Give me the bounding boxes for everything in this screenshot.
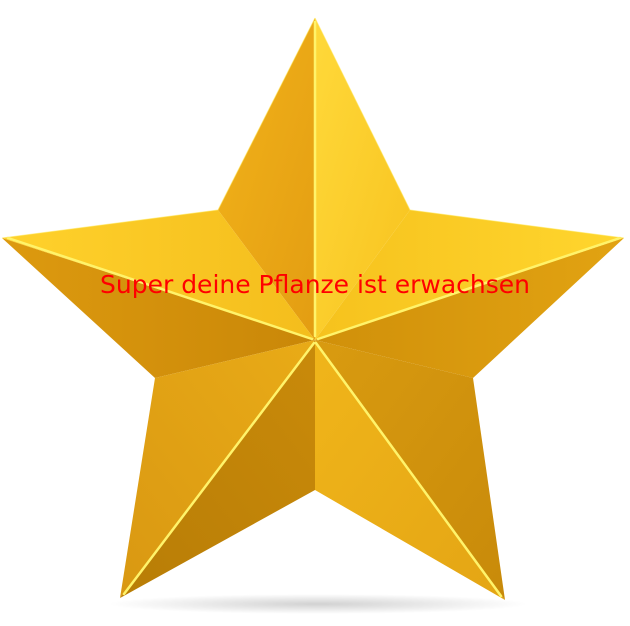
success-message: Super deine Pflanze ist erwachsen [100, 270, 530, 299]
star-screen: Super deine Pflanze ist erwachsen [0, 0, 630, 626]
star-shadow [108, 594, 528, 614]
star-icon [1, 17, 625, 614]
